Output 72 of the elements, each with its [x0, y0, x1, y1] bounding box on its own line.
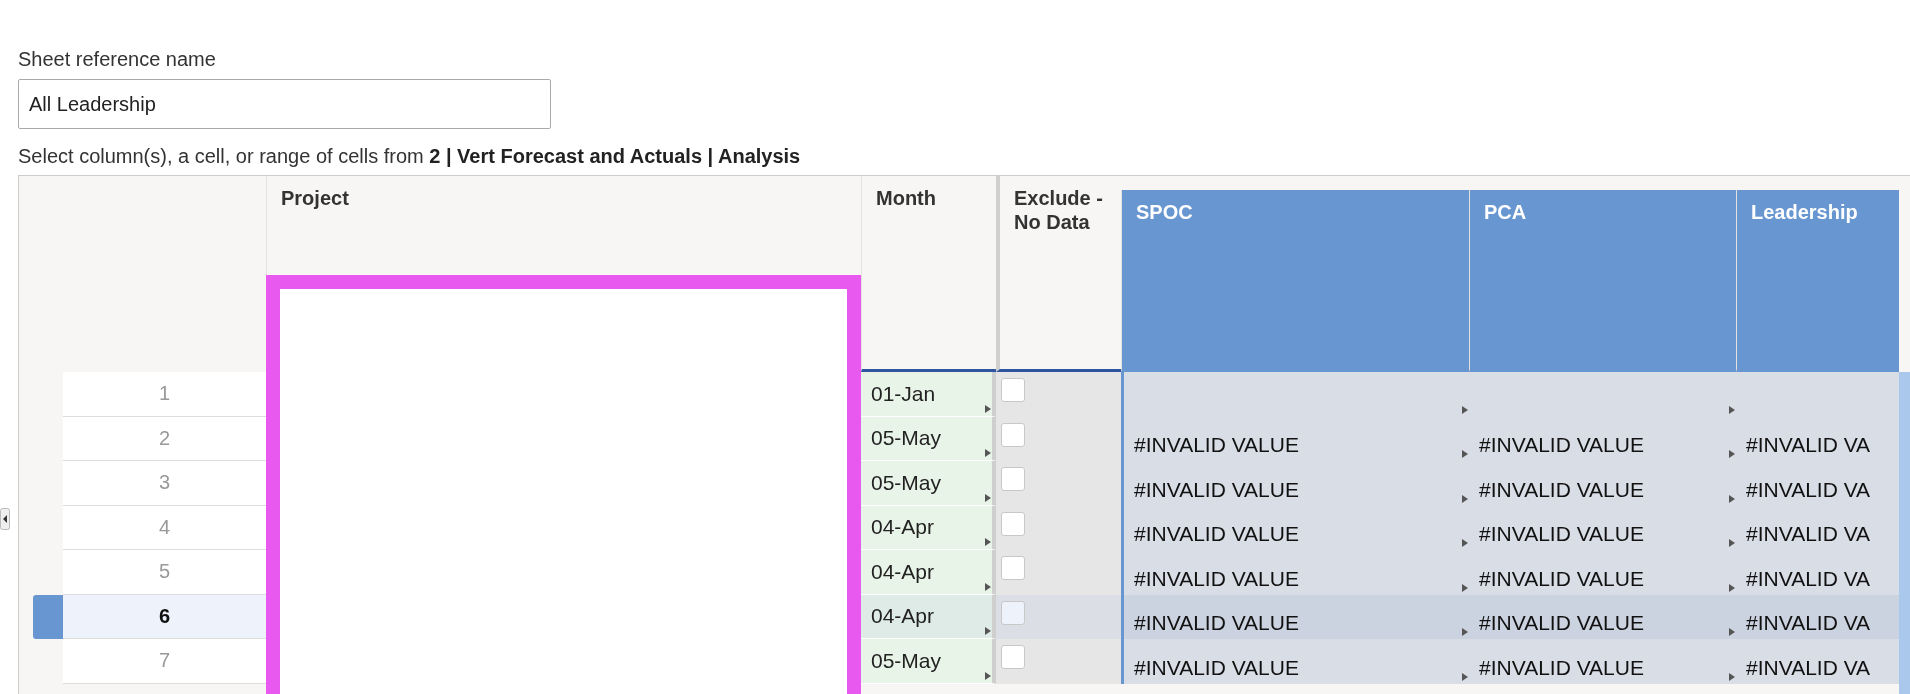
- checkbox[interactable]: [1001, 556, 1025, 580]
- cell-corner-icon[interactable]: [1462, 583, 1468, 592]
- table-cell: #INVALID VA: [1736, 505, 1899, 550]
- checkbox[interactable]: [1001, 511, 1025, 536]
- table-cell: #INVALID VA: [1736, 550, 1899, 595]
- column-header[interactable]: PCA: [1469, 190, 1736, 372]
- checkbox[interactable]: [1001, 467, 1025, 491]
- row-number[interactable]: 1: [63, 372, 266, 417]
- cell-corner-icon[interactable]: [985, 404, 991, 413]
- checkbox[interactable]: [1001, 600, 1025, 625]
- cell-corner-icon[interactable]: [985, 627, 991, 635]
- cell-corner-icon[interactable]: [1462, 539, 1468, 547]
- column-header[interactable]: Leadership: [1736, 190, 1899, 372]
- row-number[interactable]: 5: [63, 550, 266, 595]
- cell-corner-icon[interactable]: [985, 538, 991, 546]
- column-header[interactable]: Month: [876, 186, 982, 210]
- cell-corner-icon[interactable]: [1729, 672, 1735, 681]
- table-cell: #INVALID VALUE: [1469, 461, 1736, 506]
- table-cell: #INVALID VALUE: [1469, 505, 1736, 550]
- table-cell: #INVALID VALUE: [1121, 461, 1469, 506]
- cell-corner-icon[interactable]: [1462, 450, 1468, 458]
- cell-corner-icon[interactable]: [985, 582, 991, 591]
- table-cell: #INVALID VALUE: [1121, 550, 1469, 595]
- row-number[interactable]: 6: [63, 594, 266, 639]
- cell-corner-icon[interactable]: [1729, 539, 1735, 547]
- instruction-text: Select column(s), a cell, or range of cells from 2 | Vert Forecast and Actuals | Analysis: [18, 145, 802, 168]
- row-number[interactable]: 2: [63, 416, 266, 461]
- row-number[interactable]: 3: [63, 461, 266, 506]
- column-header[interactable]: SPOC: [1121, 190, 1469, 372]
- column-header[interactable]: Exclude - No Data: [1014, 186, 1107, 234]
- checkbox[interactable]: [1001, 645, 1025, 669]
- table-cell: 05-May: [861, 416, 996, 461]
- table-cell: #INVALID VALUE: [1121, 416, 1469, 461]
- table-cell: 04-Apr: [861, 505, 996, 550]
- cell-corner-icon[interactable]: [985, 449, 991, 457]
- row-number[interactable]: 4: [63, 505, 266, 550]
- column-header[interactable]: Project: [281, 186, 847, 210]
- table-cell: #INVALID VALUE: [1121, 505, 1469, 550]
- table-cell: #INVALID VALUE: [1121, 639, 1469, 684]
- cell-corner-icon[interactable]: [1462, 405, 1468, 414]
- table-cell: #INVALID VA: [1736, 461, 1899, 506]
- table-cell: #INVALID VA: [1736, 639, 1899, 684]
- table-cell: 04-Apr: [861, 550, 996, 595]
- table-cell: #INVALID VALUE: [1469, 416, 1736, 461]
- cell-corner-icon[interactable]: [1729, 405, 1735, 414]
- row-number[interactable]: 7: [63, 639, 266, 684]
- cell-corner-icon[interactable]: [1462, 672, 1468, 681]
- table-cell: #INVALID VALUE: [1469, 550, 1736, 595]
- cell-corner-icon[interactable]: [1729, 628, 1735, 636]
- checkbox[interactable]: [1001, 422, 1025, 447]
- cell-corner-icon[interactable]: [1729, 494, 1735, 503]
- cell-corner-icon[interactable]: [985, 671, 991, 680]
- table-cell: #INVALID VALUE: [1469, 594, 1736, 639]
- table-cell: 05-May: [861, 461, 996, 506]
- cell-corner-icon[interactable]: [985, 493, 991, 502]
- cell-corner-icon[interactable]: [1462, 494, 1468, 503]
- table-cell: 04-Apr: [861, 594, 996, 639]
- checkbox[interactable]: [1001, 378, 1025, 402]
- cell-corner-icon[interactable]: [1462, 628, 1468, 636]
- cell-corner-icon[interactable]: [1729, 583, 1735, 592]
- table-cell: 01-Jan: [861, 372, 996, 417]
- table-cell: #INVALID VALUE: [1121, 594, 1469, 639]
- field-label: Sheet reference name: [18, 48, 217, 71]
- sheet-reference-input[interactable]: All Leadership: [18, 79, 551, 129]
- cell-corner-icon[interactable]: [1729, 450, 1735, 458]
- table-cell: #INVALID VA: [1736, 594, 1899, 639]
- table-cell: #INVALID VALUE: [1469, 639, 1736, 684]
- scrollbar[interactable]: [1899, 372, 1910, 694]
- caret-left-icon[interactable]: [0, 508, 10, 530]
- table-cell: #INVALID VA: [1736, 416, 1899, 461]
- table-cell: 05-May: [861, 639, 996, 684]
- row-selection-marker[interactable]: [33, 594, 63, 639]
